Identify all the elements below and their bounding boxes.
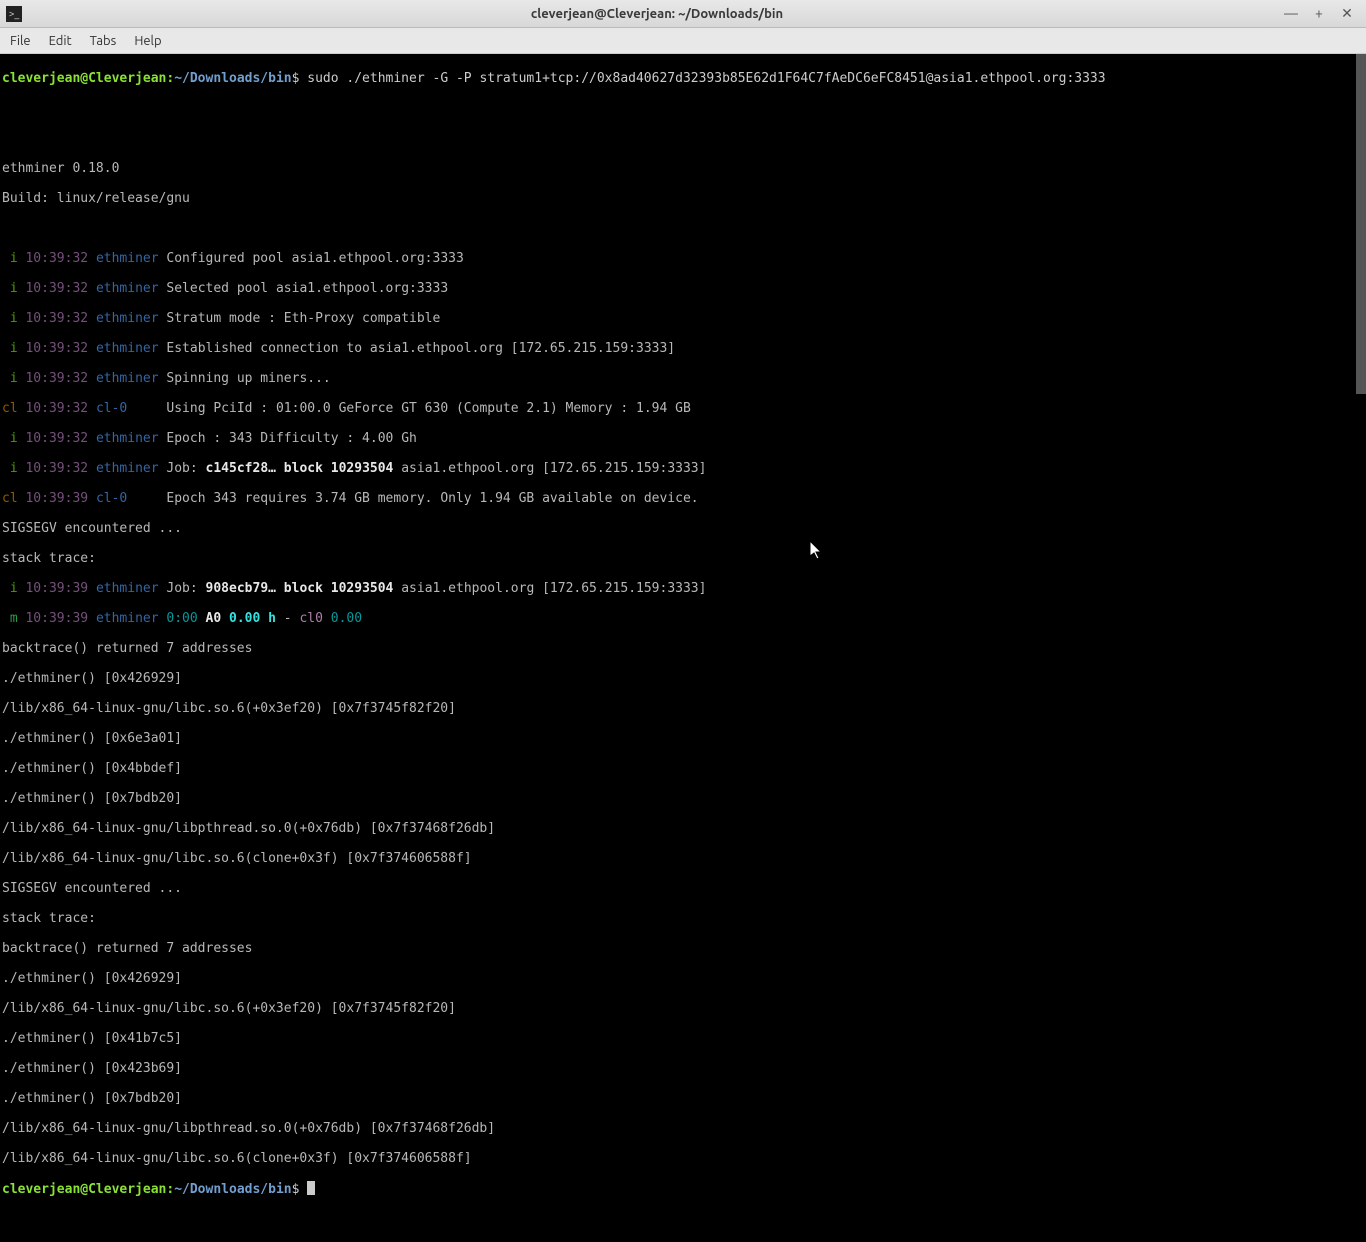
sigsegv: SIGSEGV encountered ... [2,881,1364,896]
log-job: i 10:39:32 ethminer Job: c145cf28… block… [2,461,1364,476]
prompt-line: cleverjean@Cleverjean:~/Downloads/bin$ [2,1181,1364,1197]
menu-edit[interactable]: Edit [49,34,72,48]
backtrace-line: /lib/x86_64-linux-gnu/libpthread.so.0(+0… [2,1121,1364,1136]
backtrace-line: backtrace() returned 7 addresses [2,941,1364,956]
backtrace-line: ./ethminer() [0x423b69] [2,1061,1364,1076]
backtrace-line: /lib/x86_64-linux-gnu/libc.so.6(+0x3ef20… [2,1001,1364,1016]
maximize-button[interactable]: + [1312,5,1326,22]
backtrace-line: ./ethminer() [0x4bbdef] [2,761,1364,776]
log-line: i 10:39:32 ethminer Spinning up miners..… [2,371,1364,386]
window-title: cleverjean@Cleverjean: ~/Downloads/bin [30,7,1284,21]
stacktrace-label: stack trace: [2,551,1364,566]
window-buttons: — + ✕ [1284,5,1360,22]
backtrace-line: /lib/x86_64-linux-gnu/libc.so.6(+0x3ef20… [2,701,1364,716]
backtrace-line: backtrace() returned 7 addresses [2,641,1364,656]
backtrace-line: ./ethminer() [0x7bdb20] [2,791,1364,806]
log-line: cl 10:39:39 cl-0 Epoch 343 requires 3.74… [2,491,1364,506]
titlebar: >_ cleverjean@Cleverjean: ~/Downloads/bi… [0,0,1366,28]
menu-tabs[interactable]: Tabs [90,34,117,48]
menu-file[interactable]: File [10,34,31,48]
prompt-user: cleverjean@Cleverjean [2,71,166,86]
backtrace-line: /lib/x86_64-linux-gnu/libc.so.6(clone+0x… [2,851,1364,866]
cursor-block [307,1181,315,1195]
close-button[interactable]: ✕ [1340,5,1354,22]
backtrace-line: ./ethminer() [0x41b7c5] [2,1031,1364,1046]
log-line: i 10:39:32 ethminer Epoch : 343 Difficul… [2,431,1364,446]
prompt-path: ~/Downloads/bin [174,71,291,86]
backtrace-line: ./ethminer() [0x7bdb20] [2,1091,1364,1106]
log-line: i 10:39:32 ethminer Configured pool asia… [2,251,1364,266]
scrollbar[interactable] [1356,54,1366,394]
command-text: sudo ./ethminer -G -P stratum1+tcp://0x8… [307,71,1105,86]
log-line: i 10:39:32 ethminer Established connecti… [2,341,1364,356]
backtrace-line: ./ethminer() [0x426929] [2,971,1364,986]
log-line: i 10:39:32 ethminer Selected pool asia1.… [2,281,1364,296]
log-line: cl 10:39:32 cl-0 Using PciId : 01:00.0 G… [2,401,1364,416]
header-version: ethminer 0.18.0 [2,161,1364,176]
terminal-icon: >_ [6,6,22,22]
log-job: i 10:39:39 ethminer Job: 908ecb79… block… [2,581,1364,596]
log-metrics: m 10:39:39 ethminer 0:00 A0 0.00 h - cl0… [2,611,1364,626]
menubar: File Edit Tabs Help [0,28,1366,54]
backtrace-line: /lib/x86_64-linux-gnu/libpthread.so.0(+0… [2,821,1364,836]
log-line: i 10:39:32 ethminer Stratum mode : Eth-P… [2,311,1364,326]
prompt-line: cleverjean@Cleverjean:~/Downloads/bin$ s… [2,71,1364,86]
backtrace-line: /lib/x86_64-linux-gnu/libc.so.6(clone+0x… [2,1151,1364,1166]
backtrace-line: ./ethminer() [0x426929] [2,671,1364,686]
stacktrace-label: stack trace: [2,911,1364,926]
menu-help[interactable]: Help [134,34,161,48]
header-build: Build: linux/release/gnu [2,191,1364,206]
minimize-button[interactable]: — [1284,5,1298,22]
terminal[interactable]: cleverjean@Cleverjean:~/Downloads/bin$ s… [0,54,1366,744]
sigsegv: SIGSEGV encountered ... [2,521,1364,536]
